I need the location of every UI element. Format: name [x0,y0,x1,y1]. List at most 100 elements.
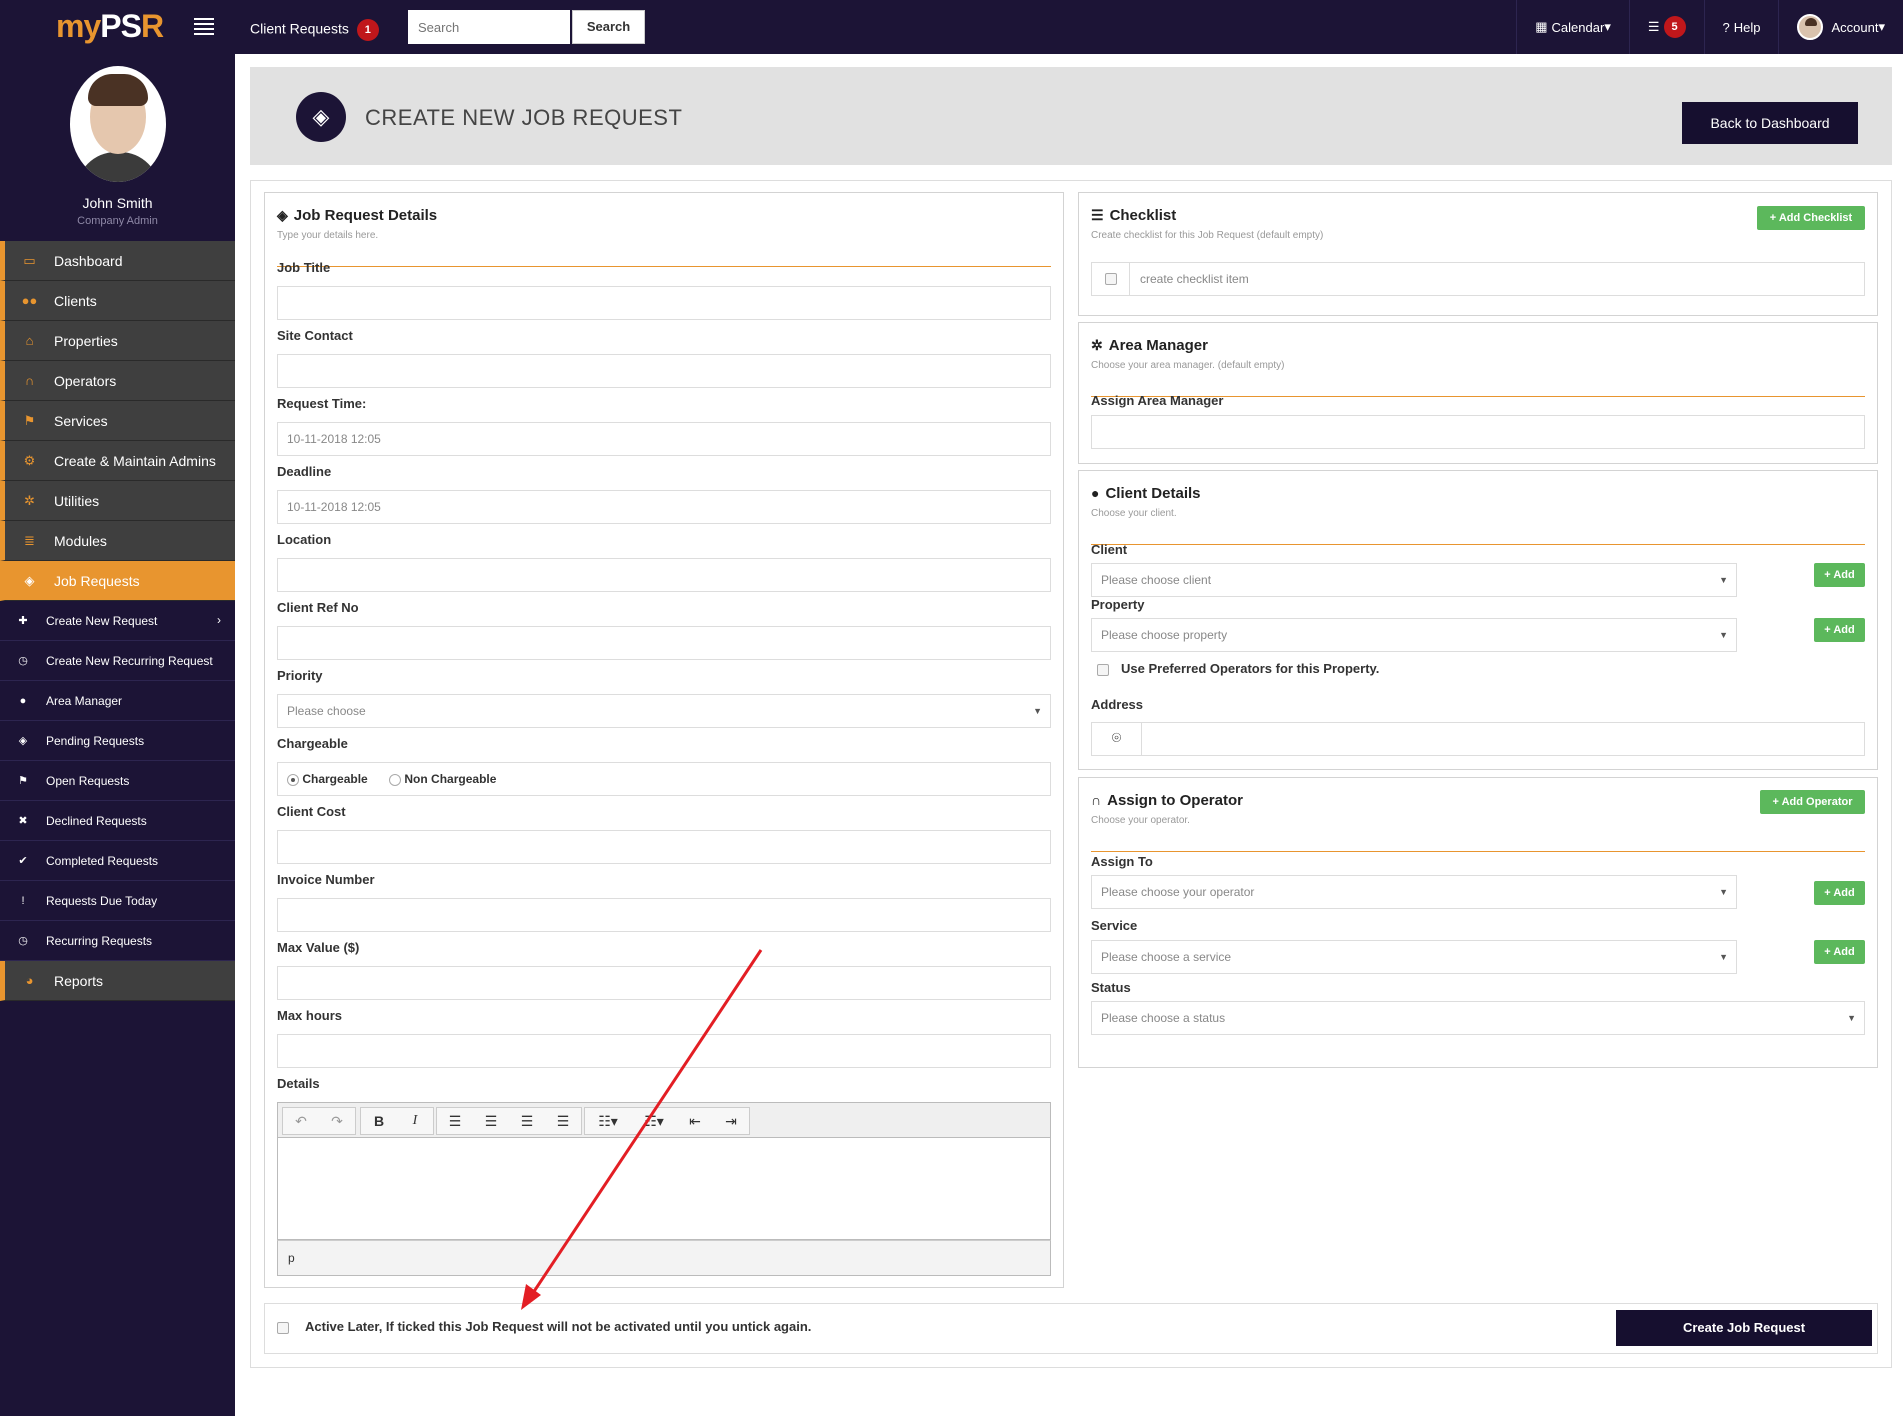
status-select[interactable]: Please choose a status ▼ [1091,1001,1865,1035]
max-value-label: Max Value ($) [277,940,360,955]
ticket-icon: ◈ [296,92,346,142]
map-marker-icon: ⌾ [1092,723,1142,755]
tasks-menu[interactable]: ☰ 5 [1628,0,1704,54]
preferred-operators-checkbox[interactable] [1097,663,1109,676]
search-button[interactable]: Search [572,10,645,44]
checklist-item-checkbox[interactable] [1104,272,1117,285]
subnav-create-recurring-request[interactable]: ◷ Create New Recurring Request [0,641,235,681]
panel-title: Job Request Details [293,207,438,224]
gear-icon: ✲ [1091,337,1103,353]
caret-down-icon: ▼ [1847,1013,1856,1023]
redo-icon[interactable]: ↷ [319,1108,355,1134]
logo[interactable]: myPSR [56,8,164,45]
chargeable-label: Chargeable [277,736,348,751]
client-cost-input[interactable] [277,830,1051,864]
location-label: Location [277,532,332,547]
subnav-recurring-requests[interactable]: ◷ Recurring Requests [0,921,235,961]
request-time-input[interactable]: 10-11-2018 12:05 [277,422,1051,456]
checklist-item-row: create checklist item [1091,262,1865,296]
area-manager-select[interactable] [1091,415,1865,449]
bold-icon[interactable]: B [361,1108,397,1134]
help-link[interactable]: ? Help [1703,0,1779,54]
subnav-completed-requests[interactable]: ✔ Completed Requests [0,841,235,881]
add-operator-small-button[interactable]: + Add [1814,881,1865,905]
align-right-icon[interactable]: ☰ [509,1108,545,1134]
calendar-menu[interactable]: ▦ Calendar ▾ [1516,0,1629,54]
non-chargeable-radio[interactable] [389,773,402,786]
clock-icon: ◷ [18,935,28,947]
location-input[interactable] [277,558,1051,592]
sidebar-item-job-requests[interactable]: ◈ Job Requests [0,561,235,601]
italic-icon[interactable]: I [397,1108,433,1134]
sidebar-item-admins[interactable]: ⚙ Create & Maintain Admins [0,441,235,481]
back-to-dashboard-button[interactable]: Back to Dashboard [1682,102,1858,144]
panel-subtitle: Type your details here. [277,230,379,241]
indent-icon[interactable]: ⇥ [713,1108,749,1134]
monitor-icon: ▭ [23,252,36,268]
site-contact-input[interactable] [277,354,1051,388]
users-icon: ●● [21,293,38,308]
pie-chart-icon: ◕ [25,973,34,988]
create-job-request-button[interactable]: Create Job Request [1616,1310,1872,1346]
sidebar-item-services[interactable]: ⚑ Services [0,401,235,441]
client-ref-input[interactable] [277,626,1051,660]
panel-title: Area Manager [1108,337,1208,354]
ticket-icon: ◈ [24,572,35,588]
outdent-icon[interactable]: ⇤ [677,1108,713,1134]
add-operator-button[interactable]: + Add Operator [1760,790,1865,814]
property-select[interactable]: Please choose property ▼ [1091,618,1737,652]
panel-subtitle: Choose your area manager. (default empty… [1091,360,1285,371]
sidebar-item-clients[interactable]: ●● Clients [0,281,235,321]
details-editor[interactable] [277,1138,1051,1240]
align-justify-icon[interactable]: ☰ [545,1108,581,1134]
service-select[interactable]: Please choose a service ▼ [1091,940,1737,974]
add-checklist-button[interactable]: + Add Checklist [1757,206,1865,230]
max-hours-input[interactable] [277,1034,1051,1068]
editor-toolbar: ↶ ↷ B I ☰ ☰ ☰ ☰ ☷▾ ☷▾ ⇤ ⇥ [277,1102,1051,1138]
operator-select[interactable]: Please choose your operator ▼ [1091,875,1737,909]
numbered-list-icon[interactable]: ☷▾ [631,1108,677,1134]
sidebar-item-dashboard[interactable]: ▭ Dashboard [0,241,235,281]
add-property-button[interactable]: + Add [1814,618,1865,642]
site-contact-label: Site Contact [277,328,353,343]
add-service-button[interactable]: + Add [1814,940,1865,964]
chevron-right-icon: › [217,613,221,627]
checklist-item-input[interactable]: create checklist item [1140,263,1249,295]
user-icon: ● [1091,485,1100,501]
invoice-number-input[interactable] [277,898,1051,932]
sidebar-item-utilities[interactable]: ✲ Utilities [0,481,235,521]
search-input[interactable] [408,10,570,44]
account-menu[interactable]: Account ▾ [1778,0,1903,54]
align-left-icon[interactable]: ☰ [437,1108,473,1134]
plus-icon: ✚ [18,615,28,627]
check-icon: ✔ [18,855,28,867]
profile-avatar [70,66,166,182]
undo-icon[interactable]: ↶ [283,1108,319,1134]
bullet-list-icon[interactable]: ☷▾ [585,1108,631,1134]
sidebar-item-properties[interactable]: ⌂ Properties [0,321,235,361]
client-select[interactable]: Please choose client ▼ [1091,563,1737,597]
add-client-button[interactable]: + Add [1814,563,1865,587]
job-title-input[interactable] [277,286,1051,320]
subnav-area-manager[interactable]: ● Area Manager [0,681,235,721]
deadline-input[interactable]: 10-11-2018 12:05 [277,490,1051,524]
address-input[interactable] [1143,723,1864,755]
chargeable-radio[interactable] [287,773,299,786]
subnav-create-new-request[interactable]: ✚ Create New Request › [0,601,235,641]
priority-select[interactable]: Please choose ▼ [277,694,1051,728]
client-requests-link[interactable]: Client Requests 1 [250,19,379,41]
job-title-label: Job Title [277,260,331,275]
align-center-icon[interactable]: ☰ [473,1108,509,1134]
sidebar-item-modules[interactable]: ≣ Modules [0,521,235,561]
menu-toggle-icon[interactable] [194,18,214,35]
subnav-pending-requests[interactable]: ◈ Pending Requests [0,721,235,761]
max-value-input[interactable] [277,966,1051,1000]
active-later-checkbox[interactable] [277,1321,289,1334]
subnav-open-requests[interactable]: ⚑ Open Requests [0,761,235,801]
sidebar-item-operators[interactable]: ∩ Operators [0,361,235,401]
subnav-declined-requests[interactable]: ✖ Declined Requests [0,801,235,841]
avatar [1797,14,1824,40]
subnav-requests-due-today[interactable]: ! Requests Due Today [0,881,235,921]
sidebar-item-reports[interactable]: ◕ Reports [0,961,235,1001]
question-icon: ? [1722,19,1730,35]
